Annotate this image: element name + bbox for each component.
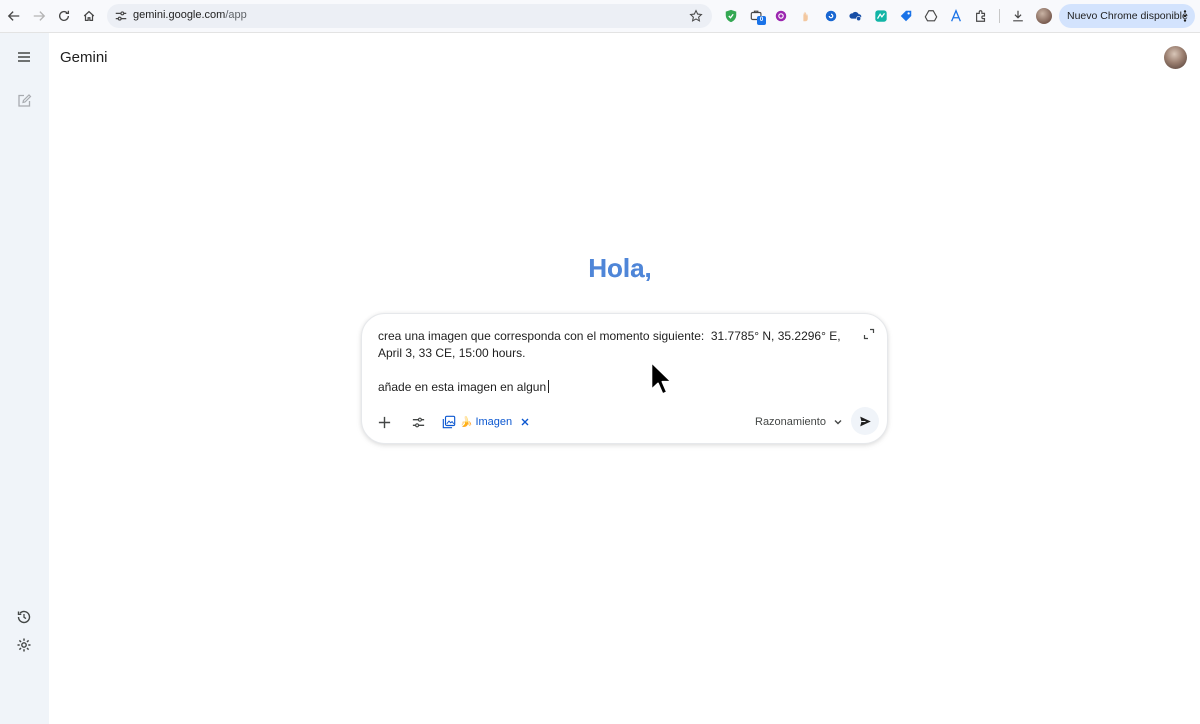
browser-toolbar: gemini.google.com/app 0 Nuevo Chrome dis… xyxy=(0,0,1200,33)
drive-extension-icon[interactable] xyxy=(923,8,939,24)
tools-button[interactable] xyxy=(408,412,428,432)
greeting-heading: Hola, xyxy=(540,253,700,284)
extension-badge: 0 xyxy=(757,16,766,25)
briefcase-extension-icon[interactable]: 0 xyxy=(749,8,766,25)
bookmark-star-icon[interactable] xyxy=(689,9,703,23)
add-attachment-button[interactable] xyxy=(374,412,394,432)
puzzle-icon[interactable] xyxy=(973,8,989,24)
home-icon xyxy=(83,10,95,21)
app-title[interactable]: Gemini xyxy=(60,49,108,66)
tune-icon xyxy=(412,417,424,427)
image-tool-chip[interactable]: 🍌 Imagen xyxy=(442,413,530,431)
forward-button[interactable] xyxy=(29,6,49,26)
plus-icon xyxy=(378,416,390,428)
main-menu-button[interactable] xyxy=(14,47,34,67)
chrome-profile-avatar[interactable] xyxy=(1036,8,1052,24)
send-button[interactable] xyxy=(851,407,879,435)
download-icon[interactable] xyxy=(1010,8,1026,24)
tag-extension-icon[interactable] xyxy=(898,8,914,24)
send-icon xyxy=(859,416,871,426)
purple-extension-icon[interactable] xyxy=(773,8,789,24)
prompt-input-line-2[interactable]: añade en esta imagen en algun xyxy=(378,379,550,396)
new-chat-button[interactable] xyxy=(14,91,34,111)
reload-icon xyxy=(58,10,70,21)
model-selector[interactable]: Razonamiento xyxy=(755,414,843,430)
chevron-down-icon xyxy=(834,420,842,425)
edit-square-icon xyxy=(18,94,32,107)
side-rail xyxy=(0,33,49,724)
back-button[interactable] xyxy=(4,6,24,26)
green-extension-icon[interactable] xyxy=(873,8,889,24)
expand-icon[interactable] xyxy=(863,328,875,340)
mouse-cursor-icon xyxy=(650,361,672,395)
a-extension-icon[interactable] xyxy=(948,8,964,24)
chrome-update-label: Nuevo Chrome disponible xyxy=(1067,10,1188,22)
shield-extension-icon[interactable] xyxy=(723,8,739,24)
prompt-input-line-1[interactable]: crea una imagen que corresponda con el m… xyxy=(378,328,862,362)
back-arrow-icon xyxy=(7,11,20,21)
blue-circle-extension-icon[interactable] xyxy=(823,8,839,24)
reload-button[interactable] xyxy=(54,6,74,26)
chrome-update-button[interactable]: Nuevo Chrome disponible xyxy=(1059,4,1195,28)
settings-button[interactable] xyxy=(14,635,34,655)
image-stack-icon xyxy=(442,415,456,429)
hamburger-menu-icon xyxy=(18,52,30,62)
url-text: gemini.google.com/app xyxy=(133,9,247,21)
forward-arrow-icon xyxy=(33,11,46,21)
prompt-composer[interactable]: crea una imagen que corresponda con el m… xyxy=(361,313,888,444)
text-caret xyxy=(548,380,550,393)
more-vert-icon xyxy=(1183,10,1187,22)
toolbar-divider xyxy=(999,9,1000,23)
hand-extension-icon[interactable] xyxy=(798,8,814,24)
activity-button[interactable] xyxy=(14,607,34,627)
account-avatar[interactable] xyxy=(1164,46,1187,69)
close-icon[interactable] xyxy=(520,417,530,427)
history-icon xyxy=(17,610,31,624)
site-settings-icon[interactable] xyxy=(114,9,128,23)
home-button[interactable] xyxy=(79,6,99,26)
image-tool-label: Imagen xyxy=(475,416,513,428)
cloud-key-extension-icon[interactable] xyxy=(848,8,864,24)
gear-icon xyxy=(17,638,31,652)
address-bar[interactable]: gemini.google.com/app xyxy=(107,4,712,28)
model-label: Razonamiento xyxy=(755,416,826,428)
banana-icon: 🍌 xyxy=(460,416,473,428)
